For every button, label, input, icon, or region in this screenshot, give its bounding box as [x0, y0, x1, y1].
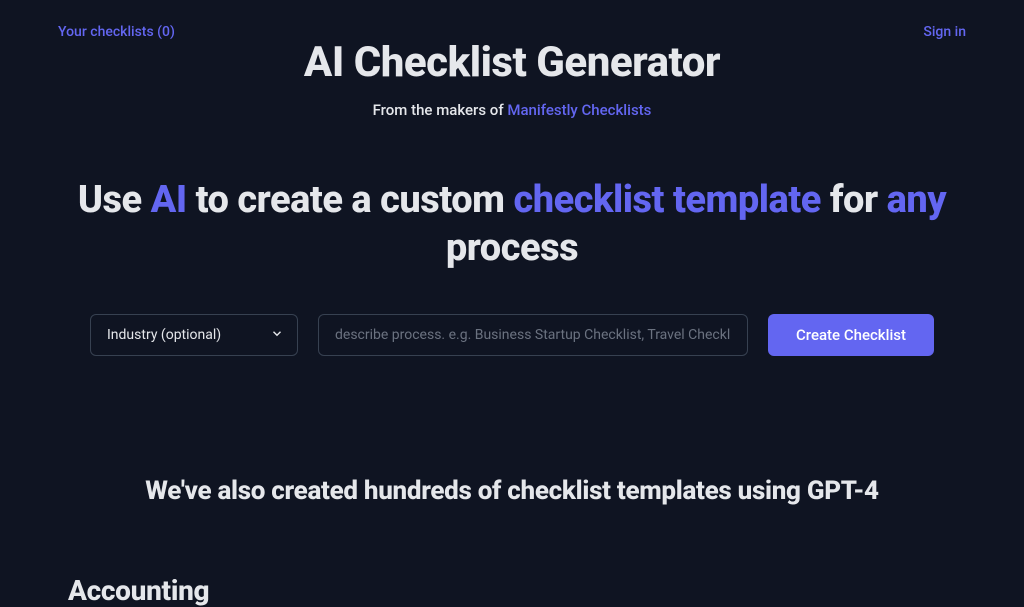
- hero-part4: process: [446, 226, 578, 270]
- hero-part1: Use: [78, 178, 151, 222]
- page-title: AI Checklist Generator: [0, 38, 1024, 87]
- hero-accent-ai: AI: [151, 178, 187, 222]
- process-input[interactable]: [318, 314, 748, 356]
- generator-form: Industry (optional) Create Checklist: [0, 314, 1024, 356]
- industry-select-wrapper: Industry (optional): [90, 314, 298, 356]
- templates-section-heading: We've also created hundreds of checklist…: [0, 476, 1024, 506]
- category-accounting: Accounting: [0, 574, 1024, 607]
- hero-heading: Use AI to create a custom checklist temp…: [0, 177, 1024, 272]
- hero-accent-any: any: [887, 178, 947, 222]
- subtitle-prefix: From the makers of: [373, 101, 508, 119]
- industry-select[interactable]: Industry (optional): [90, 314, 298, 356]
- manifestly-link[interactable]: Manifestly Checklists: [507, 101, 651, 119]
- create-checklist-button[interactable]: Create Checklist: [768, 314, 934, 356]
- hero-accent-template: checklist template: [513, 178, 820, 222]
- your-checklists-link[interactable]: Your checklists (0): [58, 24, 175, 40]
- hero-part3: for: [821, 178, 887, 222]
- hero-part2: to create a custom: [187, 178, 514, 222]
- page-subtitle: From the makers of Manifestly Checklists: [0, 101, 1024, 119]
- sign-in-link[interactable]: Sign in: [923, 24, 966, 40]
